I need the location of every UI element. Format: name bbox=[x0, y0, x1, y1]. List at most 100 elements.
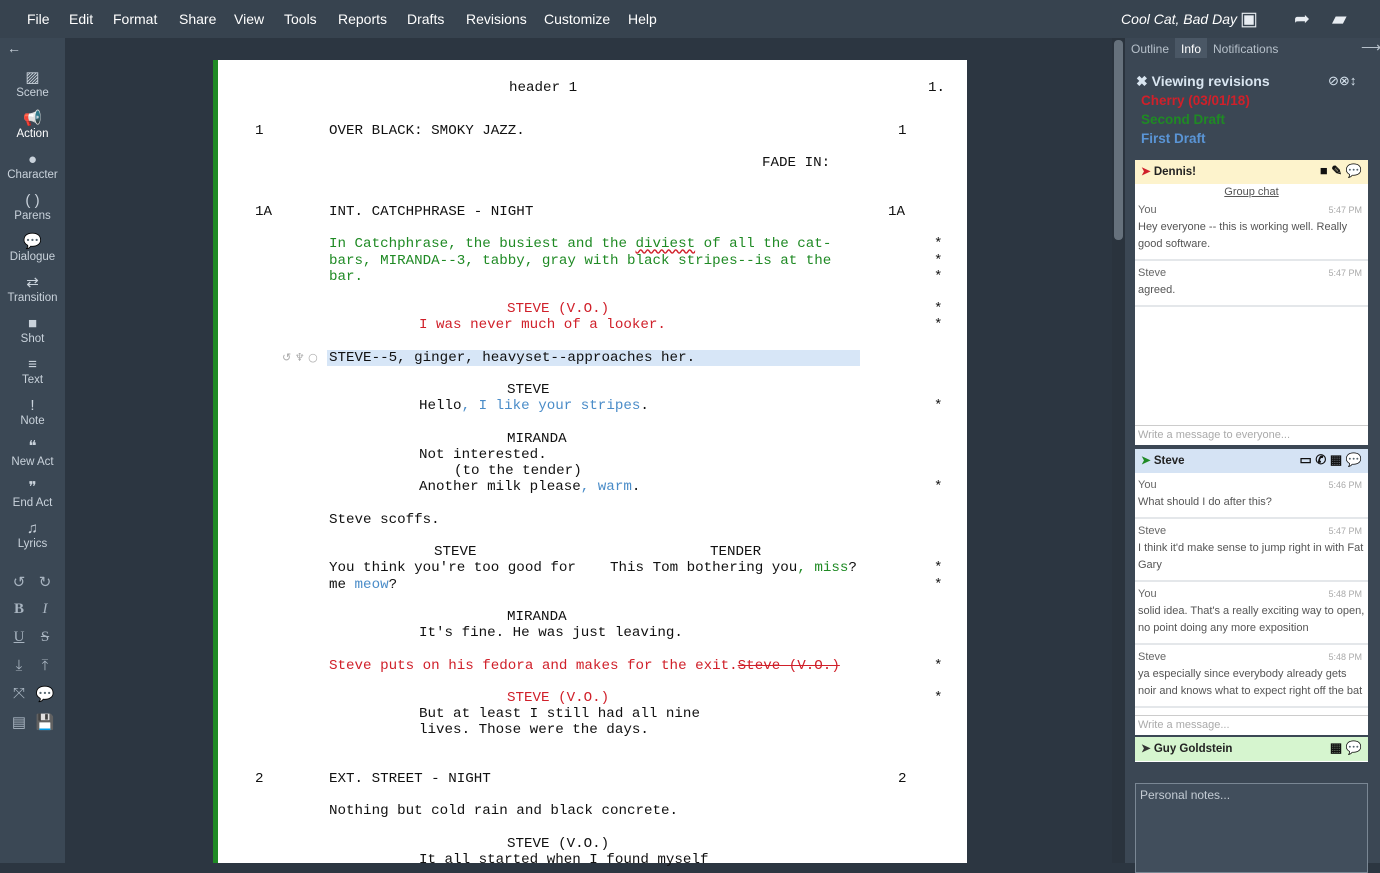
script-action[interactable]: bar. bbox=[329, 269, 363, 285]
import-icon[interactable]: ⤓ bbox=[9, 657, 29, 674]
menu-share[interactable]: Share bbox=[179, 11, 216, 27]
fullscreen-icon[interactable]: ⤧ bbox=[9, 685, 29, 702]
script-dual-dialogue-right[interactable]: This Tom bothering you, miss? bbox=[610, 560, 857, 576]
script-dialogue[interactable]: But at least I still had all nine bbox=[419, 706, 700, 722]
underline-icon[interactable]: U bbox=[9, 629, 29, 646]
group-message-input[interactable]: Write a message to everyone... bbox=[1135, 425, 1368, 445]
script-parenthetical[interactable]: (to the tender) bbox=[454, 463, 582, 479]
group-chat-link[interactable]: Group chat bbox=[1135, 184, 1368, 198]
script-dual-dialogue-left[interactable]: You think you're too good for bbox=[329, 560, 576, 576]
message-input[interactable]: Write a message... bbox=[1135, 715, 1368, 735]
strikethrough-icon[interactable]: S bbox=[35, 629, 55, 646]
lightbulb-icon[interactable]: ♆ bbox=[295, 351, 305, 364]
chat-actions-icons[interactable]: ▭ ✆ ▦ 💬 bbox=[1300, 452, 1362, 468]
script-dialogue[interactable]: lives. Those were the days. bbox=[419, 722, 649, 738]
close-revisions-icon[interactable]: ✖ bbox=[1136, 73, 1148, 89]
chat-header[interactable]: ➤ Guy Goldstein ▦ 💬 bbox=[1135, 737, 1368, 761]
italic-icon[interactable]: I bbox=[35, 601, 55, 618]
tool-transition[interactable]: ⇄ Transition bbox=[0, 274, 65, 304]
script-dialogue[interactable]: Hello, I like your stripes. bbox=[419, 398, 649, 414]
export-icon[interactable]: ⤒ bbox=[35, 657, 55, 674]
tool-shot[interactable]: ■ Shot bbox=[0, 315, 65, 345]
script-character[interactable]: STEVE (V.O.) bbox=[507, 836, 609, 852]
script-dual-character-right[interactable]: TENDER bbox=[710, 544, 761, 560]
tool-action[interactable]: 📢 Action bbox=[0, 110, 65, 140]
share-forward-icon[interactable]: ➦ bbox=[1294, 8, 1310, 31]
script-character[interactable]: MIRANDA bbox=[507, 609, 567, 625]
tool-new-act[interactable]: ❝ New Act bbox=[0, 438, 65, 468]
script-dialogue[interactable]: Not interested. bbox=[419, 447, 547, 463]
script-page[interactable]: header 1 1. ↺ ♆ ○ OVER BLACK: SMOKY JAZZ… bbox=[218, 60, 967, 868]
revision-first-draft[interactable]: First Draft bbox=[1141, 131, 1206, 146]
comments-icon[interactable]: 💬 bbox=[35, 685, 55, 703]
chat-header[interactable]: ➤ Dennis! ■ ✎ 💬 bbox=[1135, 160, 1368, 184]
tool-character[interactable]: ● Character bbox=[0, 151, 65, 181]
menu-edit[interactable]: Edit bbox=[69, 11, 93, 27]
script-dialogue[interactable]: It all started when I found myself bbox=[419, 852, 708, 868]
menu-drafts[interactable]: Drafts bbox=[407, 11, 444, 27]
save-icon[interactable]: ▣ bbox=[1240, 8, 1258, 31]
tool-end-act[interactable]: ❞ End Act bbox=[0, 479, 65, 509]
menu-revisions[interactable]: Revisions bbox=[466, 11, 527, 27]
chat-dennis: ➤ Dennis! ■ ✎ 💬 Group chat You 5:47 PM Hey … bbox=[1135, 160, 1368, 445]
menu-reports[interactable]: Reports bbox=[338, 11, 387, 27]
revision-second-draft[interactable]: Second Draft bbox=[1141, 112, 1225, 127]
personal-notes-input[interactable]: Personal notes... bbox=[1135, 783, 1368, 873]
script-dialogue[interactable]: Another milk please, warm. bbox=[419, 479, 640, 495]
script-scene[interactable]: OVER BLACK: SMOKY JAZZ. bbox=[329, 123, 525, 139]
scene-number-right: 1A bbox=[888, 204, 906, 220]
save-icon[interactable]: 💾 bbox=[35, 713, 55, 731]
script-action[interactable]: In Catchphrase, the busiest and the divi… bbox=[329, 236, 831, 252]
sort-icon[interactable]: ↕ bbox=[1350, 73, 1357, 88]
menu-customize[interactable]: Customize bbox=[544, 11, 610, 27]
menu-tools[interactable]: Tools bbox=[284, 11, 317, 27]
tool-text[interactable]: ≡ Text bbox=[0, 356, 65, 386]
script-dialogue[interactable]: I was never much of a looker. bbox=[419, 317, 666, 333]
tab-info[interactable]: Info bbox=[1175, 38, 1208, 58]
script-scene[interactable]: INT. CATCHPHRASE - NIGHT bbox=[329, 204, 533, 220]
tab-notifications[interactable]: Notifications bbox=[1213, 42, 1278, 56]
scrollbar[interactable] bbox=[1112, 38, 1125, 863]
comment-icon[interactable]: ○ bbox=[308, 351, 318, 364]
menu-format[interactable]: Format bbox=[113, 11, 157, 27]
clear-icon[interactable]: ⊗ bbox=[1339, 73, 1350, 88]
script-character[interactable]: STEVE (V.O.) bbox=[507, 301, 609, 317]
tab-outline[interactable]: Outline bbox=[1131, 42, 1169, 56]
tool-dialogue[interactable]: 💬 Dialogue bbox=[0, 233, 65, 263]
script-dual-dialogue-left[interactable]: me meow? bbox=[329, 577, 397, 593]
revision-cherry[interactable]: Cherry (03/01/18) bbox=[1141, 93, 1250, 108]
script-transition[interactable]: FADE IN: bbox=[762, 155, 830, 171]
script-dialogue[interactable]: It's fine. He was just leaving. bbox=[419, 625, 683, 641]
menu-view[interactable]: View bbox=[234, 11, 264, 27]
tool-parens[interactable]: ( ) Parens bbox=[0, 192, 65, 222]
script-action[interactable]: STEVE--5, ginger, heavyset--approaches h… bbox=[329, 350, 695, 366]
bold-icon[interactable]: B bbox=[9, 601, 29, 618]
collapse-left-icon[interactable]: ← bbox=[7, 40, 21, 56]
script-dual-character-left[interactable]: STEVE bbox=[434, 544, 477, 560]
script-action[interactable]: Steve puts on his fedora and makes for t… bbox=[329, 658, 840, 674]
undo-icon[interactable]: ↺ bbox=[9, 573, 29, 591]
disable-icon[interactable]: ⊘ bbox=[1328, 73, 1339, 88]
menu-help[interactable]: Help bbox=[628, 11, 657, 27]
scrollbar-thumb[interactable] bbox=[1114, 40, 1123, 240]
chat-actions-icons[interactable]: ■ ✎ 💬 bbox=[1320, 163, 1362, 179]
script-scene[interactable]: EXT. STREET - NIGHT bbox=[329, 771, 491, 787]
redo-icon[interactable]: ↻ bbox=[35, 573, 55, 591]
tool-scene[interactable]: ▨ Scene bbox=[0, 69, 65, 99]
document-title[interactable]: Cool Cat, Bad Day bbox=[1121, 11, 1237, 27]
expand-panel-icon[interactable]: ⟶ bbox=[1361, 39, 1380, 56]
script-character[interactable]: STEVE bbox=[507, 382, 550, 398]
script-action[interactable]: Steve scoffs. bbox=[329, 512, 440, 528]
chat-actions-icons[interactable]: ▦ 💬 bbox=[1330, 740, 1362, 756]
script-action[interactable]: Nothing but cold rain and black concrete… bbox=[329, 803, 678, 819]
script-action[interactable]: bars, MIRANDA--3, tabby, gray with black… bbox=[329, 253, 831, 269]
script-character[interactable]: MIRANDA bbox=[507, 431, 567, 447]
menu-file[interactable]: File bbox=[27, 11, 50, 27]
open-folder-icon[interactable]: ▰ bbox=[1332, 8, 1347, 31]
history-icon[interactable]: ↺ bbox=[282, 351, 291, 364]
script-character[interactable]: STEVE (V.O.) bbox=[507, 690, 609, 706]
chat-header[interactable]: ➤ Steve ▭ ✆ ▦ 💬 bbox=[1135, 449, 1368, 473]
document-icon[interactable]: ▤ bbox=[9, 713, 29, 731]
tool-lyrics[interactable]: ♫ Lyrics bbox=[0, 520, 65, 550]
tool-note[interactable]: ! Note bbox=[0, 397, 65, 427]
